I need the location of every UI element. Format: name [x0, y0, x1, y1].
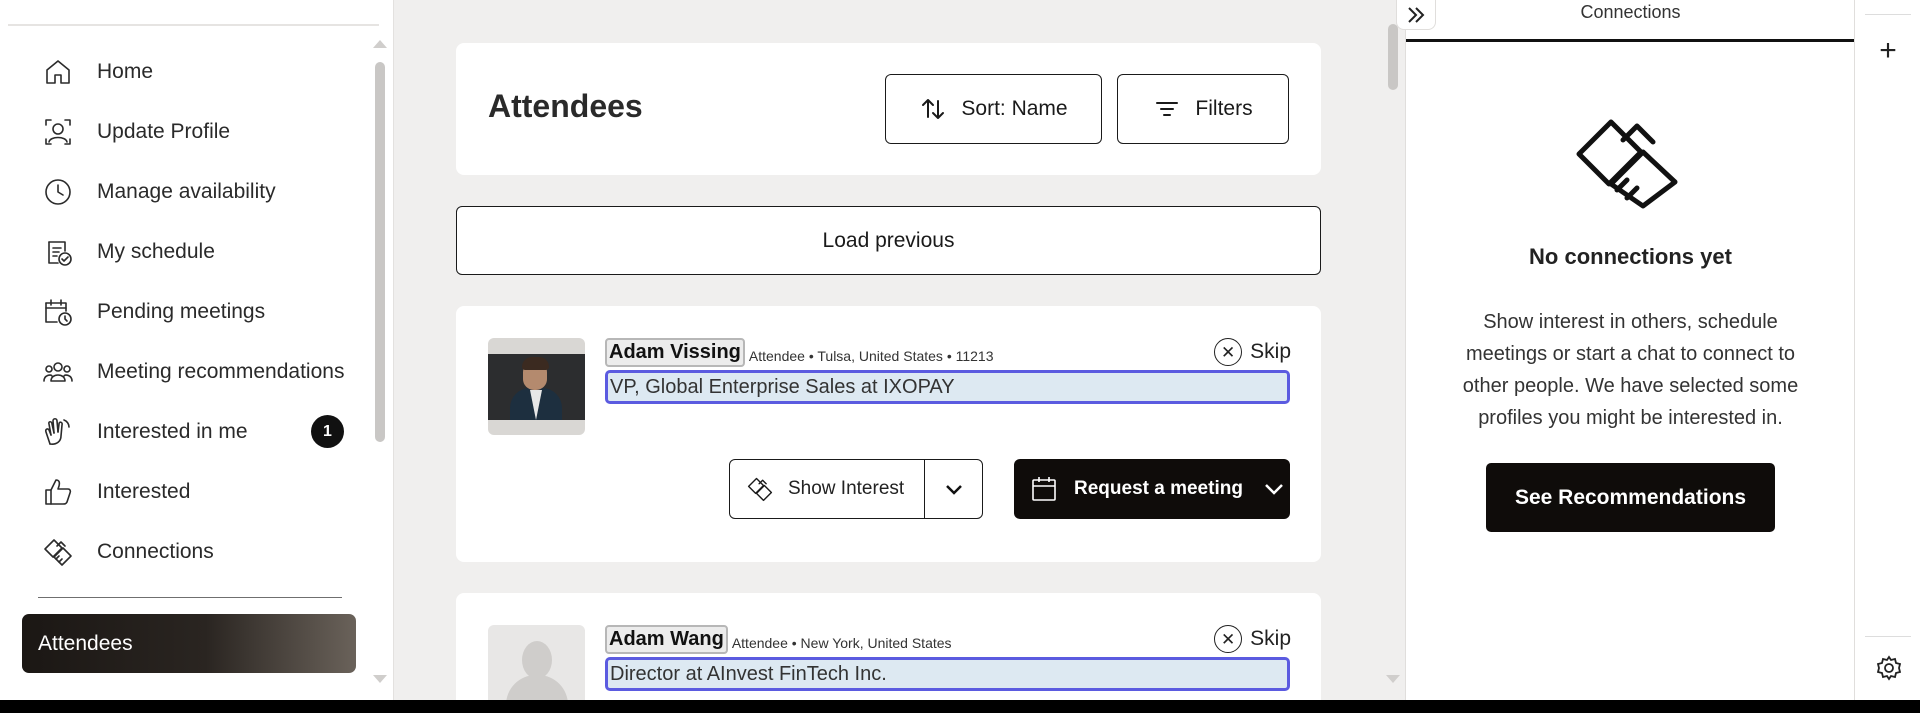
page-title: Attendees: [488, 88, 643, 124]
show-interest-label: Show Interest: [788, 478, 905, 499]
clock-icon: [40, 174, 76, 210]
sidebar-item-pending-meetings[interactable]: Pending meetings: [40, 286, 360, 338]
skip-label: Skip: [1250, 627, 1291, 650]
sidebar-item-label: Meeting recommendations: [97, 360, 345, 383]
schedule-icon: [40, 234, 76, 270]
sidebar-item-meeting-recommendations[interactable]: Meeting recommendations: [40, 346, 360, 398]
main-scrollbar[interactable]: [1388, 24, 1398, 90]
empty-state-title: No connections yet: [1529, 244, 1732, 269]
sidebar-item-manage-availability[interactable]: Manage availability: [40, 166, 360, 218]
home-icon: [40, 54, 76, 90]
avatar[interactable]: [488, 338, 585, 435]
sidebar-item-update-profile[interactable]: Update Profile: [40, 106, 360, 158]
filter-icon: [1156, 102, 1179, 116]
attendee-name-row: Adam Vissing Attendee • Tulsa, United St…: [605, 338, 994, 367]
calendar-icon: [1030, 475, 1074, 503]
right-rail: +: [1854, 0, 1920, 700]
filters-label: Filters: [1195, 97, 1253, 120]
close-circle-icon: ✕: [1214, 338, 1243, 366]
skip-button[interactable]: ✕ Skip: [1214, 338, 1291, 366]
sort-button[interactable]: Sort: Name: [885, 74, 1102, 144]
sidebar-item-my-schedule[interactable]: My schedule: [40, 226, 360, 278]
sidebar-item-connections[interactable]: Connections: [40, 526, 360, 578]
rail-divider: [1865, 14, 1911, 15]
attendee-meta: Attendee • New York, United States: [731, 635, 952, 651]
empty-state-text: Show interest in others, schedule meetin…: [1462, 311, 1799, 429]
handshake-icon: [747, 477, 773, 502]
handshake-icon: [1571, 110, 1691, 210]
attendee-meta: Attendee • Tulsa, United States • 11213: [748, 348, 994, 364]
gear-icon[interactable]: [1875, 654, 1903, 682]
chevron-down-icon: [945, 485, 962, 495]
sidebar-item-label: Interested in me: [97, 420, 248, 443]
close-circle-icon: ✕: [1214, 625, 1243, 653]
scroll-down-arrow[interactable]: [373, 675, 387, 683]
sidebar-item-label: Home: [97, 60, 154, 83]
sidebar-item-label: Pending meetings: [97, 300, 266, 323]
sidebar: Home Update Profile Manage availability …: [0, 0, 394, 700]
request-meeting-label: Request a meeting: [1074, 478, 1243, 499]
show-interest-dropdown[interactable]: [925, 460, 982, 518]
sidebar-item-label: Update Profile: [97, 120, 231, 143]
pending-calendar-icon: [40, 294, 76, 330]
people-icon: [40, 354, 76, 390]
scroll-down-arrow[interactable]: [1386, 675, 1400, 683]
attendee-job-title: VP, Global Enterprise Sales at IXOPAY: [605, 370, 1290, 404]
show-interest-button[interactable]: Show Interest: [730, 460, 925, 518]
thumbs-up-icon: [40, 474, 76, 510]
attendees-header: Attendees Sort: Name Filters: [456, 43, 1321, 175]
sort-label: Sort: Name: [961, 97, 1068, 120]
sidebar-scrollbar[interactable]: [375, 62, 385, 442]
show-interest-group: Show Interest: [729, 459, 983, 519]
filters-button[interactable]: Filters: [1117, 74, 1289, 144]
skip-label: Skip: [1250, 340, 1291, 363]
chevron-down-icon[interactable]: [1261, 476, 1287, 502]
sidebar-item-label: Connections: [97, 540, 214, 563]
waving-hands-icon: [40, 414, 76, 450]
attendee-card: Adam Vissing Attendee • Tulsa, United St…: [456, 306, 1321, 562]
profile-icon: [40, 114, 76, 150]
skip-button[interactable]: ✕ Skip: [1214, 625, 1291, 653]
sidebar-item-home[interactable]: Home: [40, 46, 360, 98]
sidebar-top-divider: [8, 24, 379, 26]
attendee-name[interactable]: Adam Vissing: [605, 338, 745, 367]
attendee-name-row: Adam Wang Attendee • New York, United St…: [605, 625, 952, 654]
sidebar-item-attendees[interactable]: Attendees: [22, 614, 356, 673]
sidebar-divider: [38, 597, 342, 598]
see-recommendations-button[interactable]: See Recommendations: [1486, 463, 1775, 532]
attendee-card: Adam Wang Attendee • New York, United St…: [456, 593, 1321, 713]
collapse-panel-button[interactable]: [1396, 0, 1436, 30]
sidebar-item-interested[interactable]: Interested: [40, 466, 360, 518]
request-meeting-button[interactable]: Request a meeting: [1014, 459, 1290, 519]
attendee-name[interactable]: Adam Wang: [605, 625, 728, 654]
bottom-bar: [0, 700, 1920, 713]
scroll-up-arrow[interactable]: [373, 40, 387, 48]
load-previous-button[interactable]: Load previous: [456, 206, 1321, 275]
rail-divider: [1865, 636, 1911, 637]
double-chevron-right-icon: [1408, 6, 1425, 23]
sidebar-item-label: My schedule: [97, 240, 215, 263]
sidebar-item-label: Interested: [97, 480, 191, 503]
sort-arrows-icon: [922, 99, 945, 119]
add-icon[interactable]: +: [1873, 36, 1903, 66]
handshake-icon: [40, 534, 76, 570]
main-content: Attendees Sort: Name Filters Load previo…: [395, 0, 1405, 713]
notification-badge: 1: [311, 415, 344, 448]
tab-connections[interactable]: Connections: [1406, 0, 1855, 42]
attendee-job-title: Director at AInvest FinTech Inc.: [605, 657, 1290, 691]
connections-panel: Connections No connections yet Show inte…: [1396, 0, 1855, 700]
sidebar-item-label: Manage availability: [97, 180, 276, 203]
